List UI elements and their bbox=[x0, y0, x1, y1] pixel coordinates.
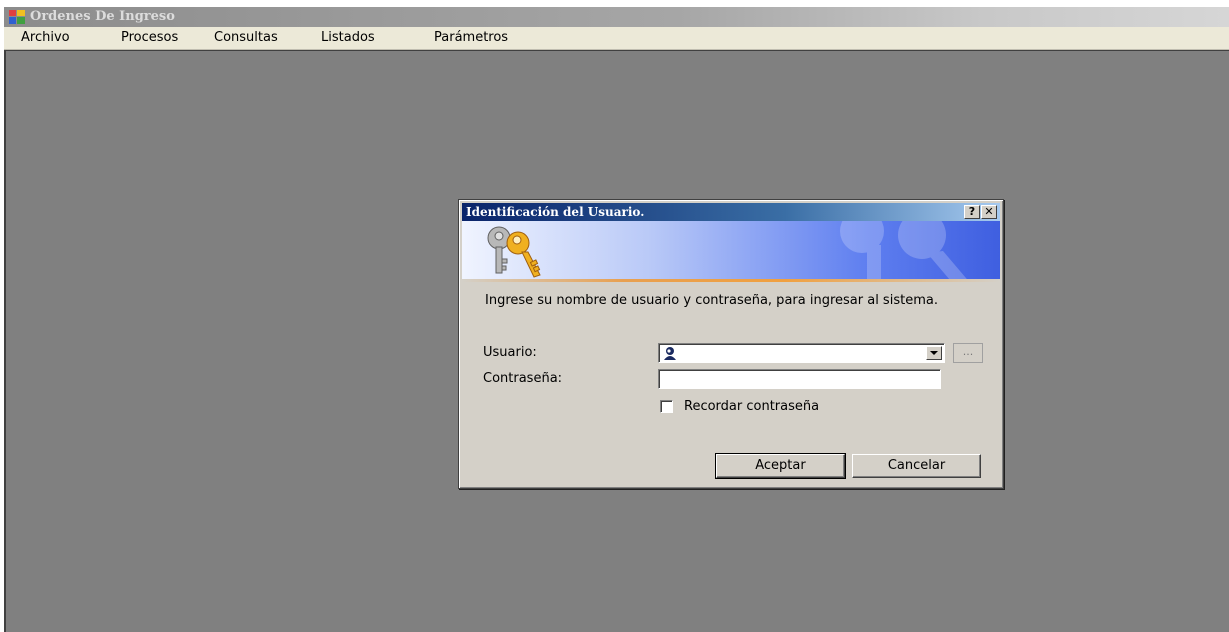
app-icon bbox=[9, 10, 25, 24]
user-avatar-icon bbox=[664, 347, 676, 360]
remember-password-label[interactable]: Recordar contraseña bbox=[684, 399, 819, 414]
dialog-title: Identificación del Usuario. bbox=[466, 205, 645, 219]
menu-parametros[interactable]: Parámetros bbox=[432, 27, 510, 49]
cancel-button[interactable]: Cancelar bbox=[852, 454, 981, 478]
browse-user-button[interactable]: ... bbox=[953, 343, 983, 363]
app-window: Ordenes De Ingreso Archivo Procesos Cons… bbox=[0, 0, 1229, 632]
close-button[interactable]: ✕ bbox=[981, 205, 997, 219]
dialog-banner bbox=[462, 221, 1000, 279]
help-button[interactable]: ? bbox=[964, 205, 980, 219]
keys-watermark-icon bbox=[840, 221, 967, 279]
password-label: Contraseña: bbox=[483, 371, 563, 386]
menu-archivo[interactable]: Archivo bbox=[19, 27, 72, 49]
chevron-down-icon bbox=[930, 351, 938, 355]
remember-password-checkbox[interactable] bbox=[660, 400, 673, 413]
dialog-titlebar[interactable]: Identificación del Usuario. ? ✕ bbox=[462, 203, 1000, 221]
menu-procesos[interactable]: Procesos bbox=[119, 27, 180, 49]
keys-icon bbox=[487, 226, 541, 278]
login-dialog: Identificación del Usuario. ? ✕ Ingrese … bbox=[458, 199, 1004, 489]
instructions-text: Ingrese su nombre de usuario y contraseñ… bbox=[485, 293, 938, 308]
password-input[interactable] bbox=[658, 369, 941, 389]
app-title: Ordenes De Ingreso bbox=[30, 9, 175, 24]
user-label: Usuario: bbox=[483, 345, 537, 360]
accept-button[interactable]: Aceptar bbox=[715, 453, 846, 479]
combo-dropdown-button[interactable] bbox=[926, 346, 942, 360]
banner-divider bbox=[462, 279, 1000, 282]
menu-listados[interactable]: Listados bbox=[319, 27, 377, 49]
app-titlebar: Ordenes De Ingreso bbox=[4, 7, 1229, 27]
user-combobox[interactable] bbox=[658, 343, 945, 363]
menu-consultas[interactable]: Consultas bbox=[212, 27, 280, 49]
menu-bar: Archivo Procesos Consultas Listados Pará… bbox=[4, 27, 1229, 50]
